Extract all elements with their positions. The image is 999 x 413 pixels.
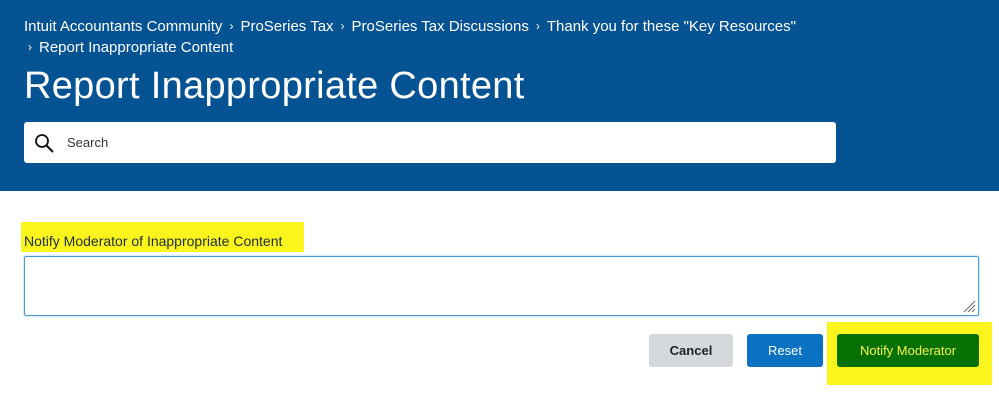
notify-moderator-button[interactable]: Notify Moderator (837, 334, 979, 367)
breadcrumb-separator: › (229, 19, 234, 33)
breadcrumb-item-current: Report Inappropriate Content (39, 39, 234, 56)
cancel-button[interactable]: Cancel (649, 334, 733, 367)
reset-button[interactable]: Reset (747, 334, 823, 367)
moderator-message-textarea[interactable] (24, 256, 979, 316)
page-title: Report Inappropriate Content (24, 65, 525, 107)
search-icon (35, 133, 54, 152)
breadcrumb-item-proseries-tax[interactable]: ProSeries Tax (240, 18, 333, 35)
moderator-notice-label: Notify Moderator of Inappropriate Conten… (24, 233, 283, 249)
breadcrumb-item-discussions[interactable]: ProSeries Tax Discussions (352, 18, 529, 35)
breadcrumb-item-community[interactable]: Intuit Accountants Community (24, 18, 222, 35)
page-header: Intuit Accountants Community › ProSeries T… (0, 0, 999, 191)
breadcrumb-item-thread[interactable]: Thank you for these "Key Resources" (547, 18, 796, 35)
breadcrumb-separator: › (535, 19, 540, 33)
breadcrumb: Intuit Accountants Community › ProSeries T… (24, 16, 974, 58)
resize-grip-icon[interactable] (962, 299, 976, 313)
breadcrumb-separator: › (340, 19, 345, 33)
breadcrumb-separator: › (28, 40, 32, 54)
search-bar[interactable] (24, 122, 836, 163)
search-input[interactable] (65, 134, 769, 151)
